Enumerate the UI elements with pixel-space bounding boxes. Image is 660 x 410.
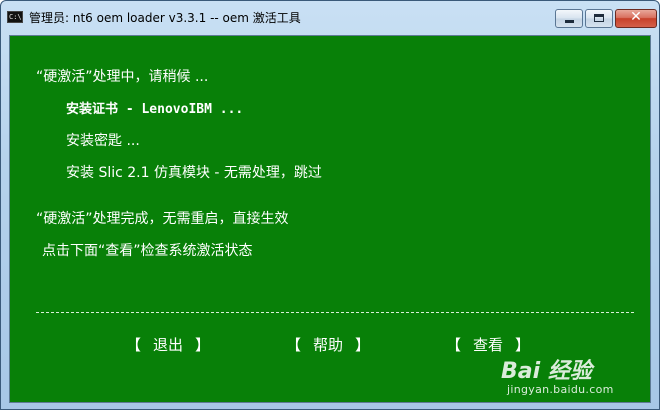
left-bracket: 【 — [446, 336, 462, 354]
baidu-jingyan-watermark: Bai 经验 jingyan.baidu.com — [501, 353, 641, 401]
right-bracket: 】 — [355, 336, 371, 354]
close-icon: ✕ — [630, 9, 642, 25]
status-line-hint: 点击下面“查看”检查系统激活状态 — [42, 243, 253, 259]
view-button-label: 查看 — [473, 336, 504, 354]
help-button[interactable]: 【帮助】 — [286, 334, 370, 355]
close-button[interactable]: ✕ — [615, 9, 657, 28]
divider-line — [36, 312, 634, 313]
exit-button-label: 退出 — [153, 336, 184, 354]
status-line-slic: 安装 Slic 2.1 仿真模块 - 无需处理，跳过 — [66, 165, 322, 181]
status-line-processing: “硬激活”处理中，请稍候 ... — [36, 69, 209, 85]
maximize-icon — [594, 14, 604, 22]
watermark-site: jingyan.baidu.com — [507, 383, 614, 396]
status-line-complete: “硬激活”处理完成，无需重启，直接生效 — [36, 211, 289, 227]
left-bracket: 【 — [126, 336, 142, 354]
window-title: 管理员: nt6 oem loader v3.3.1 -- oem 激活工具 — [29, 11, 301, 25]
console-icon[interactable]: C:\ — [7, 11, 23, 23]
maximize-button[interactable] — [585, 9, 613, 28]
status-line-cert: 安装证书 - LenovoIBM ... — [66, 102, 244, 117]
left-bracket: 【 — [286, 336, 302, 354]
console-output: “硬激活”处理中，请稍候 ... 安装证书 - LenovoIBM ... 安装… — [9, 35, 651, 403]
minimize-icon — [565, 20, 574, 23]
right-bracket: 】 — [195, 336, 211, 354]
console-window: C:\ 管理员: nt6 oem loader v3.3.1 -- oem 激活… — [0, 0, 660, 410]
exit-button[interactable]: 【退出】 — [126, 334, 210, 355]
minimize-button[interactable] — [555, 9, 583, 28]
right-bracket: 】 — [515, 336, 531, 354]
status-line-key: 安装密匙 ... — [66, 133, 140, 149]
help-button-label: 帮助 — [313, 336, 344, 354]
view-button[interactable]: 【查看】 — [446, 334, 530, 355]
watermark-logo: Bai 经验 — [501, 359, 592, 384]
title-bar[interactable]: C:\ 管理员: nt6 oem loader v3.3.1 -- oem 激活… — [1, 1, 659, 35]
